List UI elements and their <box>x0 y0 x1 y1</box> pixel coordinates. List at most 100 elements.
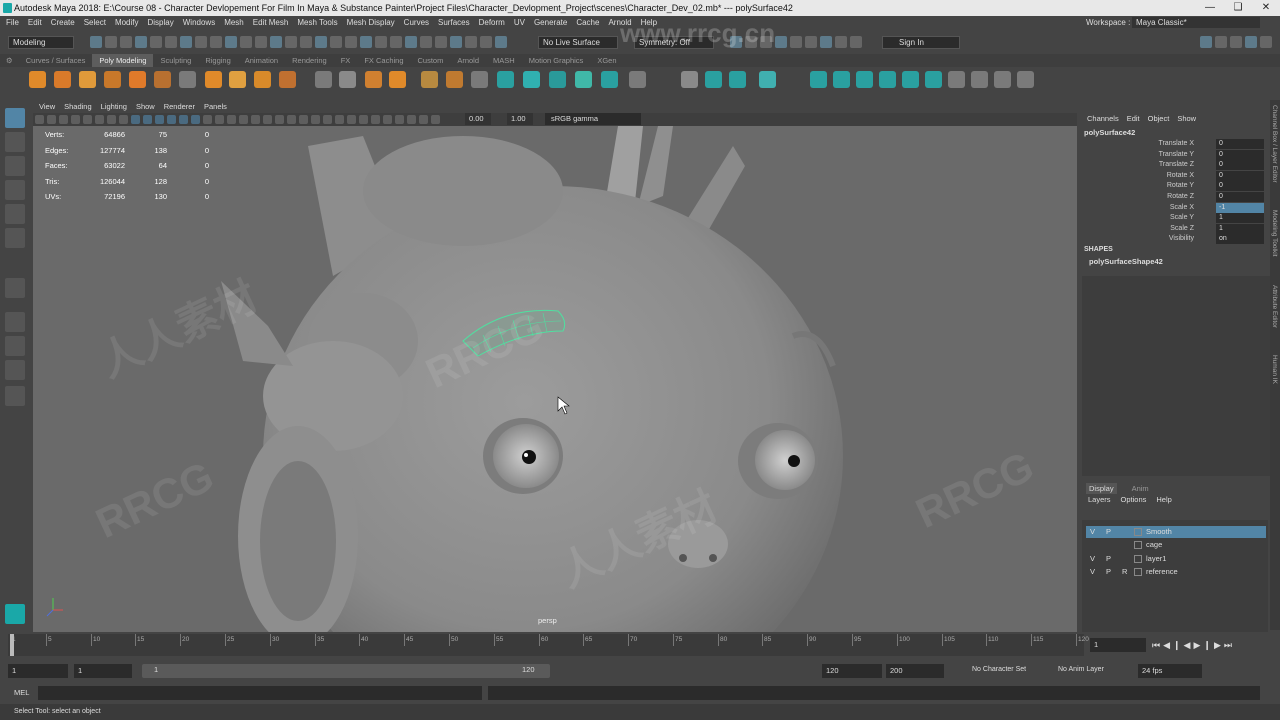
layer-color-icon[interactable] <box>1134 528 1142 536</box>
layer-color-icon[interactable] <box>1134 554 1142 563</box>
lasso-tool-icon[interactable] <box>5 132 25 152</box>
shelf-tool-icon[interactable] <box>729 71 746 88</box>
status-tool-icon[interactable] <box>1215 36 1227 48</box>
shelf-tool-icon[interactable] <box>629 71 646 88</box>
panel-menu-panels[interactable]: Panels <box>204 102 227 111</box>
shelf-options-icon[interactable]: ⚙ <box>0 54 19 67</box>
panel-menu-view[interactable]: View <box>39 102 55 111</box>
shelf-tab-fx-caching[interactable]: FX Caching <box>357 54 410 67</box>
status-tool-icon[interactable] <box>105 36 117 48</box>
layer-name[interactable]: reference <box>1146 566 1178 578</box>
layer-row[interactable]: V P Smooth <box>1086 526 1266 538</box>
panel-tool-icon[interactable] <box>251 115 260 124</box>
status-tool-icon[interactable] <box>330 36 342 48</box>
panel-menu-lighting[interactable]: Lighting <box>101 102 127 111</box>
attribute-value[interactable]: 0 <box>1216 139 1264 149</box>
layer-name[interactable]: cage <box>1146 539 1162 551</box>
live-surface-field[interactable]: No Live Surface <box>538 36 618 49</box>
shelf-tool-icon[interactable] <box>471 71 488 88</box>
status-tool-icon[interactable] <box>450 36 462 48</box>
end-time-field[interactable]: 200 <box>886 664 944 678</box>
status-tool-icon[interactable] <box>480 36 492 48</box>
panel-tool-icon[interactable] <box>83 115 92 124</box>
menu-edit-mesh[interactable]: Edit Mesh <box>253 18 289 27</box>
shelf-tab-xgen[interactable]: XGen <box>590 54 623 67</box>
attribute-row[interactable]: Translate Z 0 <box>1082 160 1264 171</box>
layer-playback[interactable]: P <box>1106 553 1111 565</box>
status-tool-icon[interactable] <box>1260 36 1272 48</box>
panel-tool-icon[interactable] <box>371 115 380 124</box>
menu-file[interactable]: File <box>6 18 19 27</box>
shelf-tool-icon[interactable] <box>902 71 919 88</box>
status-tool-icon[interactable] <box>465 36 477 48</box>
attribute-value[interactable]: -1 <box>1216 202 1264 213</box>
paint-select-icon[interactable] <box>5 156 25 176</box>
command-input[interactable] <box>38 686 482 700</box>
time-slider[interactable]: 1510152025303540455055606570758085909510… <box>0 632 1280 658</box>
attribute-row[interactable]: Rotate Y 0 <box>1082 181 1264 192</box>
channel-menu-edit[interactable]: Edit <box>1127 114 1140 123</box>
panel-tool-icon[interactable] <box>239 115 248 124</box>
layer-menu-options[interactable]: Options <box>1121 495 1147 504</box>
menu-uv[interactable]: UV <box>514 18 525 27</box>
shelf-tool-icon[interactable] <box>129 71 146 88</box>
layout-two-icon[interactable] <box>5 360 25 380</box>
status-tool-icon[interactable] <box>255 36 267 48</box>
shelf-tool-icon[interactable] <box>1017 71 1034 88</box>
current-frame-field[interactable]: 1 <box>1090 638 1146 652</box>
status-tool-icon[interactable] <box>1200 36 1212 48</box>
side-tab-label[interactable]: Attribute Editor <box>1271 285 1278 328</box>
layer-color-icon[interactable] <box>1134 541 1142 550</box>
status-tool-icon[interactable] <box>150 36 162 48</box>
playback-controls[interactable]: ⏮◀❙◀▶❙▶⏭ <box>1152 640 1264 651</box>
shelf-tool-icon[interactable] <box>389 71 406 88</box>
shelf-tool-icon[interactable] <box>154 71 171 88</box>
shelf-tool-icon[interactable] <box>523 71 540 88</box>
shelf-tool-icon[interactable] <box>279 71 296 88</box>
status-tool-icon[interactable] <box>360 36 372 48</box>
select-tool-icon[interactable] <box>5 108 25 128</box>
status-tool-icon[interactable] <box>1230 36 1242 48</box>
fps-dropdown[interactable]: 24 fps <box>1138 664 1202 678</box>
attribute-value[interactable]: 1 <box>1216 223 1264 234</box>
workspace-dropdown[interactable]: Maya Classic* <box>1132 17 1260 28</box>
shelf-tab-rigging[interactable]: Rigging <box>198 54 237 67</box>
panel-tool-icon[interactable] <box>395 115 404 124</box>
panel-tool-icon[interactable] <box>155 115 164 124</box>
layer-name[interactable]: Smooth <box>1146 526 1172 538</box>
layer-menu-layers[interactable]: Layers <box>1088 495 1111 504</box>
shelf-tab-curves-surfaces[interactable]: Curves / Surfaces <box>19 54 93 67</box>
range-bar[interactable]: 1 120 <box>142 664 550 678</box>
side-tab-label[interactable]: Human IK <box>1271 355 1278 384</box>
shelf-tool-icon[interactable] <box>575 71 592 88</box>
panel-tool-icon[interactable] <box>431 115 440 124</box>
viewport-persp[interactable]: Verts: 64866 75 0 Edges: 127774 138 0 Faces: 6302… <box>33 126 1077 632</box>
shelf-tool-icon[interactable] <box>497 71 514 88</box>
menu-mesh-display[interactable]: Mesh Display <box>347 18 395 27</box>
attribute-row[interactable]: Scale Z 1 <box>1082 223 1264 234</box>
panel-menu-show[interactable]: Show <box>136 102 155 111</box>
channel-menu-show[interactable]: Show <box>1177 114 1196 123</box>
menu-mesh[interactable]: Mesh <box>224 18 244 27</box>
shelf-tool-icon[interactable] <box>948 71 965 88</box>
shelf-tool-icon[interactable] <box>549 71 566 88</box>
layer-row[interactable]: cage <box>1086 539 1266 551</box>
side-tab-label[interactable]: Channel Box / Layer Editor <box>1271 105 1278 183</box>
attribute-row[interactable]: Translate X 0 <box>1082 139 1264 149</box>
status-tool-icon[interactable] <box>120 36 132 48</box>
panel-tool-icon[interactable] <box>359 115 368 124</box>
shelf-tool-icon[interactable] <box>421 71 438 88</box>
status-tool-icon[interactable] <box>285 36 297 48</box>
shelf-tool-icon[interactable] <box>229 71 246 88</box>
attribute-row[interactable]: Visibility on <box>1082 234 1264 245</box>
status-tool-icon[interactable] <box>180 36 192 48</box>
outliner-icon[interactable] <box>5 386 25 406</box>
layer-reference[interactable]: R <box>1122 566 1127 578</box>
panel-tool-icon[interactable] <box>299 115 308 124</box>
status-tool-icon[interactable] <box>270 36 282 48</box>
shelf-tool-icon[interactable] <box>994 71 1011 88</box>
mel-label[interactable]: MEL <box>14 688 29 697</box>
status-tool-icon[interactable] <box>345 36 357 48</box>
menu-modify[interactable]: Modify <box>115 18 139 27</box>
gamma-field[interactable]: 1.00 <box>507 113 533 125</box>
